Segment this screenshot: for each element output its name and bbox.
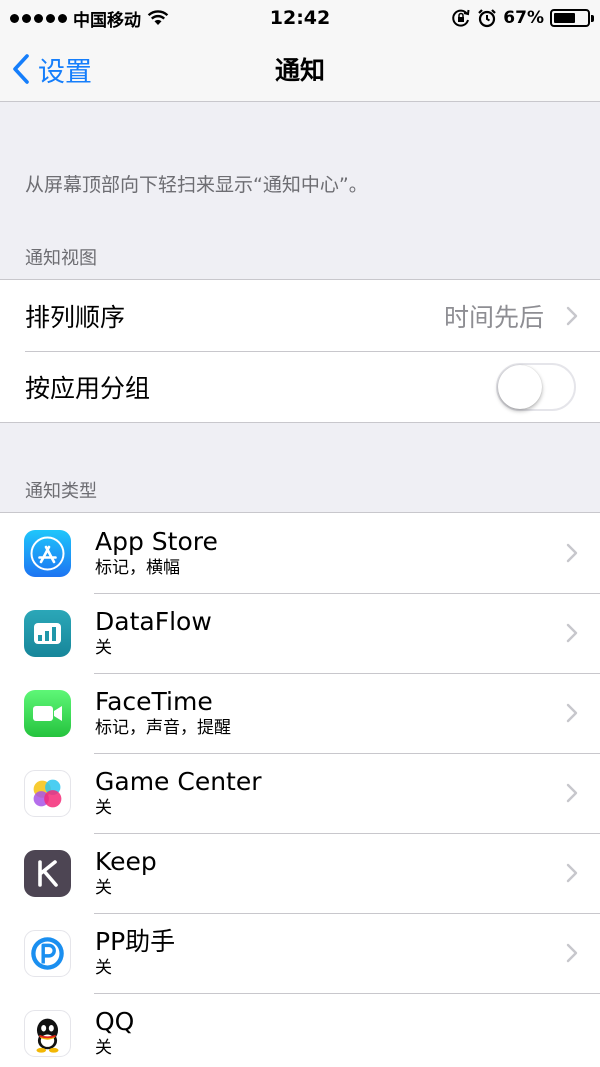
carrier-label: 中国移动 xyxy=(73,10,141,31)
toggle-knob xyxy=(498,364,542,409)
qq-icon xyxy=(24,1009,71,1057)
navigation-bar: 设置 通知 xyxy=(0,36,600,102)
app-name: Game Center xyxy=(95,767,262,796)
app-row-pp-assistant[interactable]: PP助手 关 xyxy=(0,913,600,993)
chevron-right-icon xyxy=(566,783,578,803)
sort-order-row[interactable]: 排列顺序 时间先后 xyxy=(0,280,600,351)
group-by-app-toggle[interactable] xyxy=(496,362,576,411)
chevron-left-icon xyxy=(13,54,29,84)
app-name: Keep xyxy=(95,847,157,876)
chevron-right-icon xyxy=(566,943,578,963)
back-button[interactable]: 设置 xyxy=(12,36,92,102)
signal-strength-icon xyxy=(10,13,67,23)
chevron-right-icon xyxy=(566,703,578,723)
group-by-app-label: 按应用分组 xyxy=(25,373,151,403)
battery-icon xyxy=(550,9,594,27)
chevron-right-icon xyxy=(566,306,578,325)
group-by-app-row: 按应用分组 xyxy=(0,351,600,422)
app-row-qq[interactable]: QQ 关 xyxy=(0,993,600,1067)
notification-view-group: 排列顺序 时间先后 按应用分组 xyxy=(0,279,600,423)
keep-icon xyxy=(24,849,71,897)
app-name: DataFlow xyxy=(95,607,212,636)
battery-percent: 67% xyxy=(503,8,544,28)
app-name: QQ xyxy=(95,1007,135,1036)
app-store-icon xyxy=(24,529,71,577)
chevron-right-icon xyxy=(566,623,578,643)
app-notification-status: 关 xyxy=(95,958,112,978)
rotation-lock-icon xyxy=(452,9,470,27)
app-notification-status: 关 xyxy=(95,878,112,898)
app-notification-status: 关 xyxy=(95,798,112,818)
app-name: PP助手 xyxy=(95,927,176,956)
battery-level xyxy=(554,13,576,23)
dataflow-icon xyxy=(24,609,71,657)
alarm-icon xyxy=(478,9,497,28)
app-row-app-store[interactable]: App Store 标记，横幅 xyxy=(0,513,600,593)
notification-center-hint: 从屏幕顶部向下轻扫来显示“通知中心”。 xyxy=(25,174,368,196)
app-row-dataflow[interactable]: DataFlow 关 xyxy=(0,593,600,673)
app-notification-status: 关 xyxy=(95,638,112,658)
section-header-notification-view: 通知视图 xyxy=(25,248,97,269)
facetime-icon xyxy=(24,689,71,737)
wifi-icon xyxy=(147,10,169,25)
section-header-notification-type: 通知类型 xyxy=(25,481,97,502)
back-button-label: 设置 xyxy=(38,56,92,88)
status-left: 中国移动 xyxy=(10,6,169,31)
chevron-right-icon xyxy=(566,863,578,883)
status-right: 67% xyxy=(451,8,594,28)
chevron-right-icon xyxy=(566,543,578,563)
app-row-facetime[interactable]: FaceTime 标记，声音，提醒 xyxy=(0,673,600,753)
game-center-icon xyxy=(24,769,71,817)
notification-type-group: App Store 标记，横幅 DataFlow 关 FaceTime 标记，声… xyxy=(0,512,600,1067)
pp-assistant-icon xyxy=(24,929,71,977)
app-notification-status: 标记，声音，提醒 xyxy=(95,718,231,738)
sort-order-value: 时间先后 xyxy=(443,302,544,332)
app-name: FaceTime xyxy=(95,687,213,716)
status-bar: 中国移动 12:42 67% xyxy=(0,0,600,36)
app-notification-status: 关 xyxy=(95,1038,112,1058)
app-row-game-center[interactable]: Game Center 关 xyxy=(0,753,600,833)
app-notification-status: 标记，横幅 xyxy=(95,558,180,578)
app-row-keep[interactable]: Keep 关 xyxy=(0,833,600,913)
app-name: App Store xyxy=(95,527,218,556)
sort-order-label: 排列顺序 xyxy=(25,302,126,332)
